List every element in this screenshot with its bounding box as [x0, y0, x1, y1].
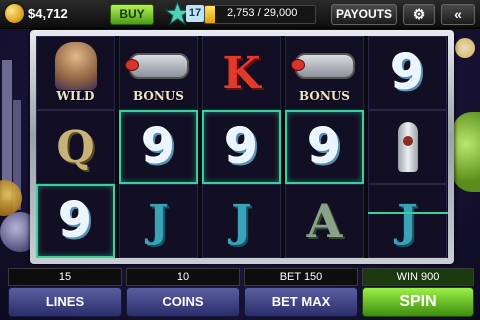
coins-value: 10	[126, 268, 240, 286]
bet-value: BET 150	[244, 268, 358, 286]
win-value: WIN 900	[362, 268, 474, 286]
balance: $4,712	[28, 6, 68, 21]
reel-3: K 9 J	[202, 36, 281, 258]
reel-symbol	[368, 110, 447, 184]
xp-progress-fill	[205, 6, 216, 23]
spin-button[interactable]: SPIN	[362, 287, 474, 317]
payline	[368, 212, 448, 214]
symbol-9: 9	[58, 193, 93, 249]
symbol-j: J	[397, 195, 418, 247]
double-chevron-left-icon[interactable]: «	[441, 4, 475, 25]
reel-symbol: BONUS	[119, 36, 198, 110]
reel-symbol: 9	[36, 184, 115, 258]
gear-icon[interactable]: ⚙	[403, 4, 435, 25]
reel-symbol: 9	[368, 36, 447, 110]
reel-symbol: J	[119, 184, 198, 258]
ray-gun-icon	[124, 53, 189, 79]
reel-symbol: A	[285, 184, 364, 258]
symbol-label: BONUS	[299, 89, 350, 103]
reel-symbol: Q	[36, 110, 115, 184]
symbol-9: 9	[390, 45, 425, 101]
reel-symbol: 9	[202, 110, 281, 184]
symbol-9: 9	[307, 119, 342, 175]
astronaut-hero-icon	[54, 42, 97, 90]
coin-icon	[5, 4, 24, 23]
top-bar: $4,712 BUY 17 2,753 / 29,000 PAYOUTS ⚙ «	[0, 0, 480, 29]
symbol-j: J	[231, 195, 252, 247]
buy-button[interactable]: BUY	[110, 4, 154, 25]
symbol-label: BONUS	[133, 89, 184, 103]
symbol-9: 9	[141, 119, 176, 175]
reel-5: 9J	[368, 36, 447, 258]
alien-character	[452, 112, 480, 192]
reel-1: WILD Q 9	[36, 36, 115, 258]
tower	[2, 60, 12, 200]
level-badge: 17	[186, 5, 204, 22]
reel-2: BONUS 9 J	[119, 36, 198, 258]
reel-symbol: 9	[285, 110, 364, 184]
symbol-q: Q	[56, 121, 95, 173]
reel-symbol: J	[368, 184, 447, 258]
reel-symbol: K	[202, 36, 281, 110]
reel-symbol: WILD	[36, 36, 115, 110]
lines-button[interactable]: LINES	[8, 287, 122, 317]
reel-symbol: 9	[119, 110, 198, 184]
reel-symbol: J	[202, 184, 281, 258]
ray-gun-icon	[290, 53, 355, 79]
xp-text: 2,753 / 29,000	[227, 7, 298, 19]
rocket-icon	[397, 122, 418, 172]
symbol-9: 9	[224, 119, 259, 175]
symbol-j: J	[148, 195, 169, 247]
lines-value: 15	[8, 268, 122, 286]
symbol-label: WILD	[56, 89, 95, 103]
reel-symbol: BONUS	[285, 36, 364, 110]
symbol-a: A	[306, 194, 343, 248]
bet-max-button[interactable]: BET MAX	[244, 287, 358, 317]
symbol-k: K	[222, 47, 261, 99]
moon	[455, 38, 475, 58]
reels-area: WILD Q 9 BONUS 9 J K 9 J BONUS 9 A 9 J	[36, 36, 448, 258]
coins-button[interactable]: COINS	[126, 287, 240, 317]
reel-4: BONUS 9 A	[285, 36, 364, 258]
payouts-button[interactable]: PAYOUTS	[331, 4, 397, 25]
xp-progress-bar: 2,753 / 29,000	[204, 5, 316, 24]
